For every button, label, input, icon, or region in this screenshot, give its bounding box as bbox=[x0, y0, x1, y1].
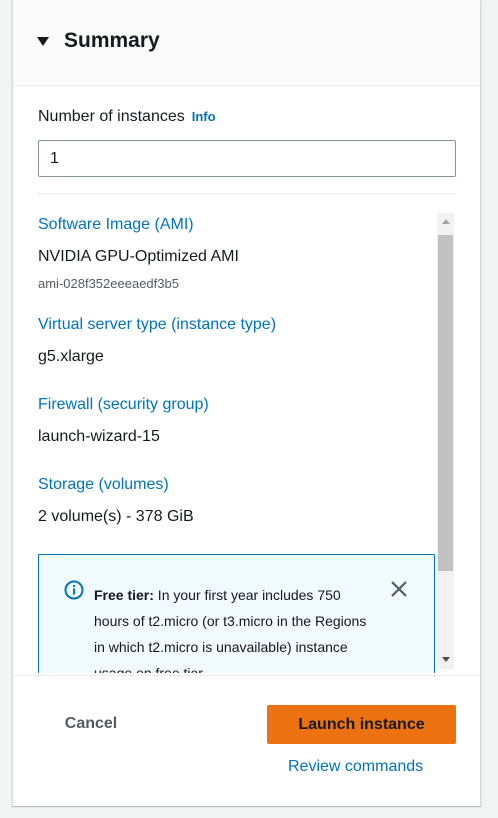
scrollbar-thumb[interactable] bbox=[438, 235, 453, 571]
ami-id: ami-028f352eeeaedf3b5 bbox=[38, 276, 179, 291]
scroll-up-icon[interactable] bbox=[442, 219, 450, 224]
storage-link[interactable]: Storage (volumes) bbox=[38, 476, 169, 494]
info-link[interactable]: Info bbox=[192, 109, 216, 124]
instance-type-link[interactable]: Virtual server type (instance type) bbox=[38, 316, 276, 334]
summary-title[interactable]: Summary bbox=[64, 29, 160, 53]
caret-down-icon[interactable] bbox=[37, 37, 49, 46]
ami-name: NVIDIA GPU-Optimized AMI bbox=[38, 248, 239, 265]
scroll-down-icon[interactable] bbox=[442, 657, 450, 662]
ami-link[interactable]: Software Image (AMI) bbox=[38, 216, 194, 234]
divider bbox=[38, 193, 456, 194]
instances-label-row: Number of instances Info bbox=[38, 108, 216, 126]
firewall-value: launch-wizard-15 bbox=[38, 428, 160, 445]
cancel-button[interactable]: Cancel bbox=[43, 705, 139, 743]
free-tier-bold: Free tier: bbox=[94, 587, 154, 603]
review-commands-link[interactable]: Review commands bbox=[288, 758, 423, 776]
scrollbar[interactable] bbox=[437, 213, 454, 669]
info-icon bbox=[64, 580, 84, 600]
free-tier-message: Free tier: In your first year includes 7… bbox=[94, 582, 379, 673]
summary-header[interactable]: Summary bbox=[13, 0, 480, 86]
launch-instance-button[interactable]: Launch instance bbox=[267, 705, 456, 744]
firewall-link[interactable]: Firewall (security group) bbox=[38, 396, 209, 414]
summary-panel: Summary Number of instances Info Software… bbox=[12, 0, 481, 806]
number-of-instances-input[interactable] bbox=[38, 140, 456, 177]
instances-label: Number of instances bbox=[38, 108, 185, 125]
storage-value: 2 volume(s) - 378 GiB bbox=[38, 508, 194, 525]
instance-type-value: g5.xlarge bbox=[38, 348, 104, 365]
summary-footer: Cancel Launch instance Review commands bbox=[13, 675, 480, 806]
free-tier-alert: Free tier: In your first year includes 7… bbox=[38, 554, 435, 673]
close-icon[interactable] bbox=[389, 579, 409, 599]
summary-details-scroll[interactable]: Software Image (AMI) NVIDIA GPU-Optimize… bbox=[13, 205, 480, 673]
